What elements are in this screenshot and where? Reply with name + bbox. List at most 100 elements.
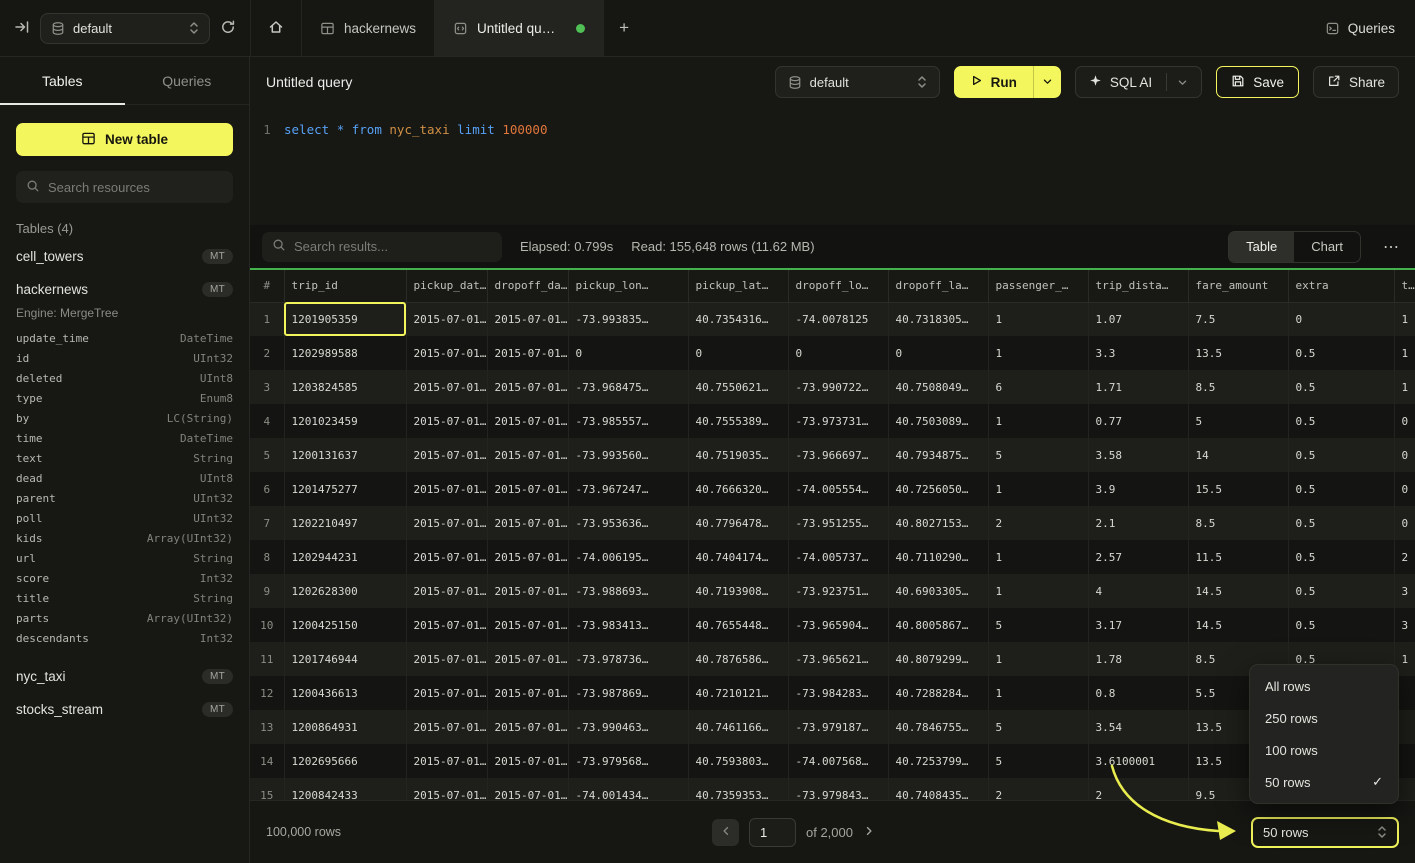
- queries-panel-button[interactable]: Queries: [1325, 21, 1395, 36]
- column-header-1[interactable]: trip_id: [284, 270, 406, 302]
- row-number[interactable]: 1: [250, 302, 284, 336]
- grid-cell[interactable]: 0.5: [1288, 438, 1394, 472]
- table-field-parent[interactable]: parentUInt32: [0, 488, 249, 508]
- grid-cell[interactable]: -73.990463…: [568, 710, 688, 744]
- grid-cell[interactable]: 5: [1188, 404, 1288, 438]
- grid-cell[interactable]: 2.57: [1088, 540, 1188, 574]
- grid-cell[interactable]: 0.5: [1288, 540, 1394, 574]
- grid-cell[interactable]: 40.7934875…: [888, 438, 988, 472]
- column-header-7[interactable]: dropoff_la…: [888, 270, 988, 302]
- table-field-poll[interactable]: pollUInt32: [0, 508, 249, 528]
- grid-cell[interactable]: -73.979843…: [788, 778, 888, 800]
- grid-cell[interactable]: 1: [988, 642, 1088, 676]
- grid-cell[interactable]: 1200842433: [284, 778, 406, 800]
- grid-cell[interactable]: 2015-07-01…: [406, 302, 487, 336]
- table-field-type[interactable]: typeEnum8: [0, 388, 249, 408]
- grid-cell[interactable]: 40.7288284…: [888, 676, 988, 710]
- grid-cell[interactable]: 1202695666: [284, 744, 406, 778]
- grid-cell[interactable]: 3.58: [1088, 438, 1188, 472]
- grid-cell[interactable]: 2015-07-01…: [487, 744, 568, 778]
- table-field-text[interactable]: textString: [0, 448, 249, 468]
- grid-cell[interactable]: 1201905359: [284, 302, 406, 336]
- grid-cell[interactable]: 40.7593803…: [688, 744, 788, 778]
- table-field-url[interactable]: urlString: [0, 548, 249, 568]
- grid-cell[interactable]: 11.5: [1188, 540, 1288, 574]
- grid-cell[interactable]: 0.5: [1288, 404, 1394, 438]
- row-number[interactable]: 15: [250, 778, 284, 800]
- grid-cell[interactable]: 40.8027153…: [888, 506, 988, 540]
- column-header-2[interactable]: pickup_dat…: [406, 270, 487, 302]
- grid-cell[interactable]: -73.965904…: [788, 608, 888, 642]
- grid-cell[interactable]: 2: [1394, 540, 1415, 574]
- grid-cell[interactable]: 40.6903305…: [888, 574, 988, 608]
- grid-cell[interactable]: 2015-07-01…: [406, 404, 487, 438]
- grid-cell[interactable]: 40.7503089…: [888, 404, 988, 438]
- grid-cell[interactable]: 1200425150: [284, 608, 406, 642]
- grid-cell[interactable]: 3: [1394, 574, 1415, 608]
- table-field-score[interactable]: scoreInt32: [0, 568, 249, 588]
- grid-cell[interactable]: 1: [988, 676, 1088, 710]
- grid-cell[interactable]: 1.71: [1088, 370, 1188, 404]
- grid-cell[interactable]: 40.7193908…: [688, 574, 788, 608]
- grid-cell[interactable]: 0.5: [1288, 574, 1394, 608]
- row-number[interactable]: 5: [250, 438, 284, 472]
- column-header-10[interactable]: fare_amount: [1188, 270, 1288, 302]
- table-field-by[interactable]: byLC(String): [0, 408, 249, 428]
- grid-cell[interactable]: 5: [988, 744, 1088, 778]
- new-table-button[interactable]: New table: [16, 123, 233, 156]
- grid-cell[interactable]: 2015-07-01…: [487, 574, 568, 608]
- grid-cell[interactable]: -73.965621…: [788, 642, 888, 676]
- grid-cell[interactable]: 40.7354316…: [688, 302, 788, 336]
- grid-cell[interactable]: 3: [1394, 608, 1415, 642]
- grid-cell[interactable]: 40.7256050…: [888, 472, 988, 506]
- row-number[interactable]: 14: [250, 744, 284, 778]
- grid-cell[interactable]: -73.987869…: [568, 676, 688, 710]
- run-button[interactable]: Run: [954, 66, 1033, 98]
- grid-cell[interactable]: 3.9: [1088, 472, 1188, 506]
- grid-cell[interactable]: 2015-07-01…: [406, 608, 487, 642]
- grid-cell[interactable]: 3.54: [1088, 710, 1188, 744]
- grid-cell[interactable]: 40.7550621…: [688, 370, 788, 404]
- column-header-0[interactable]: #: [250, 270, 284, 302]
- grid-cell[interactable]: 1201023459: [284, 404, 406, 438]
- grid-cell[interactable]: 40.7519035…: [688, 438, 788, 472]
- page-number-input[interactable]: [749, 818, 796, 847]
- grid-cell[interactable]: 0: [888, 336, 988, 370]
- grid-cell[interactable]: 0.8: [1088, 676, 1188, 710]
- grid-cell[interactable]: 40.7666320…: [688, 472, 788, 506]
- grid-cell[interactable]: 14: [1188, 438, 1288, 472]
- grid-cell[interactable]: 1203824585: [284, 370, 406, 404]
- grid-cell[interactable]: -73.953636…: [568, 506, 688, 540]
- grid-cell[interactable]: 1202989588: [284, 336, 406, 370]
- grid-cell[interactable]: 40.8079299…: [888, 642, 988, 676]
- grid-cell[interactable]: 1200131637: [284, 438, 406, 472]
- grid-cell[interactable]: 1: [988, 574, 1088, 608]
- grid-cell[interactable]: 2015-07-01…: [406, 778, 487, 800]
- grid-cell[interactable]: 40.7461166…: [688, 710, 788, 744]
- grid-cell[interactable]: 2: [988, 778, 1088, 800]
- grid-cell[interactable]: 5: [988, 608, 1088, 642]
- menu-item-100-rows[interactable]: 100 rows: [1255, 734, 1393, 766]
- row-number[interactable]: 13: [250, 710, 284, 744]
- grid-cell[interactable]: 2015-07-01…: [406, 472, 487, 506]
- grid-cell[interactable]: 0: [1394, 404, 1415, 438]
- grid-cell[interactable]: 1: [1394, 370, 1415, 404]
- grid-cell[interactable]: 2015-07-01…: [406, 506, 487, 540]
- grid-cell[interactable]: 40.7555389…: [688, 404, 788, 438]
- grid-cell[interactable]: -73.968475…: [568, 370, 688, 404]
- grid-cell[interactable]: 1: [1394, 302, 1415, 336]
- column-header-12[interactable]: t…: [1394, 270, 1415, 302]
- sidebar-table-hackernews[interactable]: hackernewsMT: [0, 273, 249, 306]
- grid-cell[interactable]: 2015-07-01…: [406, 336, 487, 370]
- grid-cell[interactable]: 2015-07-01…: [487, 778, 568, 800]
- grid-cell[interactable]: 0: [1394, 506, 1415, 540]
- grid-cell[interactable]: 0.5: [1288, 608, 1394, 642]
- grid-cell[interactable]: 8.5: [1188, 506, 1288, 540]
- table-field-time[interactable]: timeDateTime: [0, 428, 249, 448]
- grid-cell[interactable]: 0: [788, 336, 888, 370]
- grid-cell[interactable]: -74.001434…: [568, 778, 688, 800]
- grid-cell[interactable]: 2015-07-01…: [487, 472, 568, 506]
- menu-item-50-rows[interactable]: 50 rows✓: [1255, 766, 1393, 798]
- rows-per-page-select[interactable]: 50 rows: [1251, 817, 1399, 848]
- grid-cell[interactable]: 13.5: [1188, 336, 1288, 370]
